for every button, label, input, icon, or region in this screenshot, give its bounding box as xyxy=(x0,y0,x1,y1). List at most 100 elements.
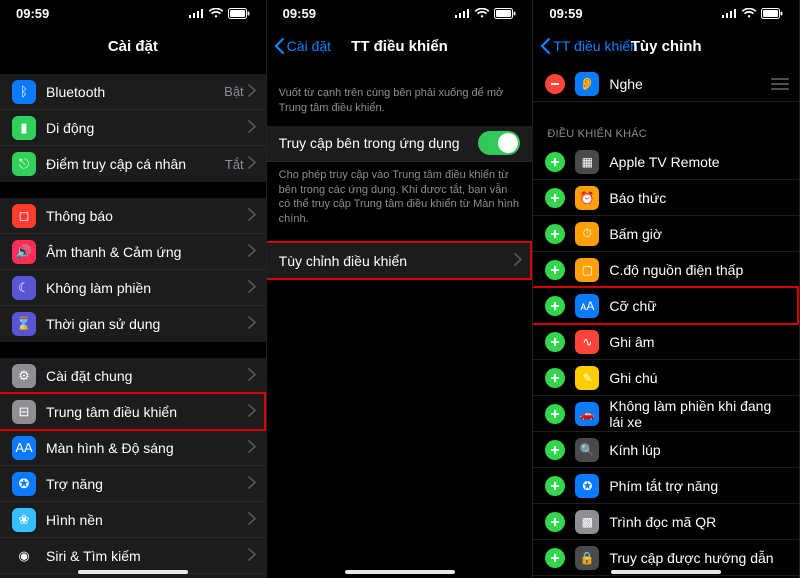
home-indicator xyxy=(611,570,721,574)
dnd-icon: ☾ xyxy=(12,276,36,300)
settings-row[interactable]: ☾Không làm phiền xyxy=(0,270,266,306)
wallpaper-icon: ❀ xyxy=(12,508,36,532)
status-time: 09:59 xyxy=(16,6,49,21)
control-label: Ghi chú xyxy=(609,370,789,386)
cellular-icon: ▮ xyxy=(12,116,36,140)
chevron-right-icon xyxy=(248,244,256,260)
remove-button[interactable] xyxy=(545,74,565,94)
add-button[interactable] xyxy=(545,440,565,460)
car-dnd-icon: 🚗 xyxy=(575,402,599,426)
row-label: Âm thanh & Cảm ứng xyxy=(46,244,248,260)
row-value: Bật xyxy=(224,84,244,99)
screen-control-center: 09:59 Cài đặt TT điều khiển Vuốt từ cạnh… xyxy=(267,0,534,578)
control-label: Ghi âm xyxy=(609,334,789,350)
description-swipe: Vuốt từ cạnh trên cùng bên phải xuống để… xyxy=(267,80,533,122)
settings-row[interactable]: ◉Siri & Tìm kiếm xyxy=(0,538,266,574)
settings-row[interactable]: ⎋Điểm truy cập cá nhânTắt xyxy=(0,146,266,182)
control-label: Bấm giờ xyxy=(609,226,789,242)
row-access-in-apps[interactable]: Truy cập bên trong ứng dụng xyxy=(267,126,533,162)
chevron-right-icon xyxy=(248,512,256,528)
control-label: Cỡ chữ xyxy=(609,298,789,314)
control-item[interactable]: ⏱Bấm giờ xyxy=(533,216,799,252)
add-button[interactable] xyxy=(545,404,565,424)
settings-row[interactable]: ⊟Trung tâm điều khiển xyxy=(0,394,266,430)
control-item[interactable]: ▢ C.độ nguồn điện thấp xyxy=(533,252,799,288)
chevron-right-icon xyxy=(248,368,256,384)
control-label: Không làm phiền khi đang lái xe xyxy=(609,398,789,430)
chevron-right-icon xyxy=(248,84,256,100)
chevron-right-icon xyxy=(248,120,256,136)
back-button[interactable]: Cài đặt xyxy=(267,37,331,55)
add-button[interactable] xyxy=(545,260,565,280)
row-label: Siri & Tìm kiếm xyxy=(46,548,248,564)
control-label: Kính lúp xyxy=(609,442,789,458)
settings-row[interactable]: ᛒBluetoothBật xyxy=(0,74,266,110)
settings-row[interactable]: ☺Face ID & Mật mã xyxy=(0,574,266,578)
add-button[interactable] xyxy=(545,368,565,388)
chevron-right-icon xyxy=(248,476,256,492)
general-icon: ⚙ xyxy=(12,364,36,388)
hearing-icon: 👂 xyxy=(575,72,599,96)
page-title: Tùy chỉnh xyxy=(631,38,702,55)
add-button[interactable] xyxy=(545,152,565,172)
row-label: Trung tâm điều khiển xyxy=(46,404,248,420)
status-indicators xyxy=(722,8,783,19)
back-label: TT điều khiển xyxy=(553,38,638,54)
control-item[interactable]: ⏰Báo thức xyxy=(533,180,799,216)
control-label: Nghe xyxy=(609,76,771,92)
signal-icon xyxy=(722,8,737,18)
settings-row[interactable]: AAMàn hình & Độ sáng xyxy=(0,430,266,466)
toggle-on[interactable] xyxy=(478,131,520,155)
control-item[interactable]: 🚗 Không làm phiền khi đang lái xe xyxy=(533,396,799,432)
status-time: 09:59 xyxy=(549,6,582,21)
back-label: Cài đặt xyxy=(287,38,331,54)
control-item[interactable]: ▩Trình đọc mã QR xyxy=(533,504,799,540)
lowpower-icon: ▢ xyxy=(575,258,599,282)
status-indicators xyxy=(455,8,516,19)
control-item[interactable]: ▦Apple TV Remote xyxy=(533,144,799,180)
settings-row[interactable]: ◻Thông báo xyxy=(0,198,266,234)
add-button[interactable] xyxy=(545,548,565,568)
settings-row[interactable]: ⚙Cài đặt chung xyxy=(0,358,266,394)
control-item[interactable]: ✪ Phím tắt trợ năng xyxy=(533,468,799,504)
settings-row[interactable]: ⌛Thời gian sử dụng xyxy=(0,306,266,342)
row-label: Hình nền xyxy=(46,512,248,528)
add-button[interactable] xyxy=(545,512,565,532)
control-item[interactable]: ✎Ghi chú xyxy=(533,360,799,396)
settings-row[interactable]: ❀ Hình nền xyxy=(0,502,266,538)
accessibility-shortcut-icon: ✪ xyxy=(575,474,599,498)
battery-icon xyxy=(761,8,783,19)
add-button[interactable] xyxy=(545,296,565,316)
control-label: Phím tắt trợ năng xyxy=(609,478,789,494)
control-item[interactable]: ∿Ghi âm xyxy=(533,324,799,360)
control-label: C.độ nguồn điện thấp xyxy=(609,262,789,278)
add-button[interactable] xyxy=(545,476,565,496)
display-icon: AA xyxy=(12,436,36,460)
drag-handle-icon[interactable] xyxy=(771,78,789,90)
row-customize-controls[interactable]: Tùy chỉnh điều khiển xyxy=(267,243,533,279)
control-item[interactable]: 👂 Nghe xyxy=(533,66,799,102)
settings-row[interactable]: ✪Trợ năng xyxy=(0,466,266,502)
control-item[interactable]: ᴀACỡ chữ xyxy=(533,288,799,324)
settings-row[interactable]: 🔊 Âm thanh & Cảm ứng xyxy=(0,234,266,270)
row-label: Truy cập bên trong ứng dụng xyxy=(279,135,479,151)
qr-icon: ▩ xyxy=(575,510,599,534)
status-bar: 09:59 xyxy=(533,0,799,26)
wifi-icon xyxy=(208,8,224,19)
bluetooth-icon: ᛒ xyxy=(12,80,36,104)
chevron-right-icon xyxy=(248,280,256,296)
guided-access-icon: 🔒 xyxy=(575,546,599,570)
back-button[interactable]: TT điều khiển xyxy=(533,37,638,55)
settings-row[interactable]: ▮Di động xyxy=(0,110,266,146)
status-bar: 09:59 xyxy=(0,0,266,26)
battery-icon xyxy=(228,8,250,19)
navbar: Cài đặt TT điều khiển xyxy=(267,26,533,66)
control-item[interactable]: 🔍Kính lúp xyxy=(533,432,799,468)
add-button[interactable] xyxy=(545,224,565,244)
add-button[interactable] xyxy=(545,332,565,352)
sound-icon: 🔊 xyxy=(12,240,36,264)
apple-tv-icon: ▦ xyxy=(575,150,599,174)
control-label: Truy cập được hướng dẫn xyxy=(609,550,789,566)
add-button[interactable] xyxy=(545,188,565,208)
chevron-right-icon xyxy=(248,156,256,172)
